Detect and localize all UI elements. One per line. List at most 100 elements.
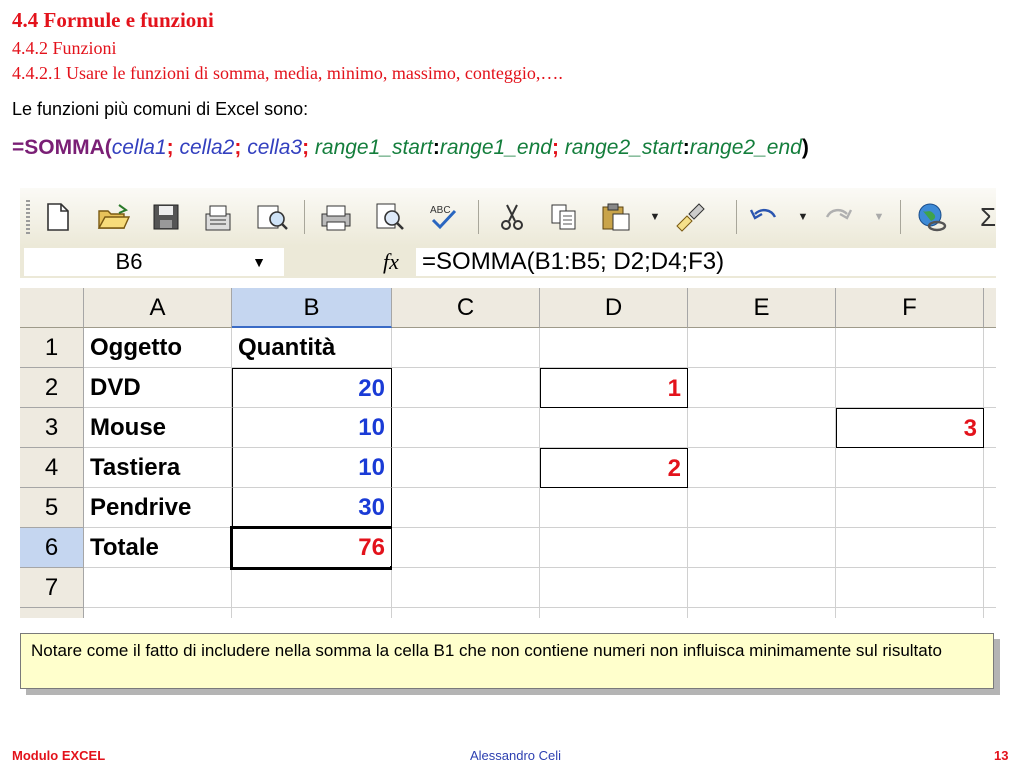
print-icon[interactable] <box>318 200 354 234</box>
cell-b5[interactable]: 30 <box>232 488 392 528</box>
cell-e3[interactable] <box>688 408 836 448</box>
column-header-e[interactable]: E <box>688 288 836 328</box>
column-header-a[interactable]: A <box>84 288 232 328</box>
column-header-d[interactable]: D <box>540 288 688 328</box>
row-header-7[interactable]: 7 <box>20 568 84 608</box>
cell-g1[interactable] <box>984 328 996 368</box>
row-header-4[interactable]: 4 <box>20 448 84 488</box>
cell-g6[interactable] <box>984 528 996 568</box>
column-header-b[interactable]: B <box>232 288 392 328</box>
cell-a4[interactable]: Tastiera <box>84 448 232 488</box>
autosum-icon[interactable]: Σ <box>970 200 996 234</box>
cell-d6[interactable] <box>540 528 688 568</box>
cell-c2[interactable] <box>392 368 540 408</box>
cell-f4[interactable] <box>836 448 984 488</box>
cell-b3[interactable]: 10 <box>232 408 392 448</box>
insert-function-icon[interactable]: fx <box>376 248 406 276</box>
cell-g4[interactable] <box>984 448 996 488</box>
cell-g3[interactable] <box>984 408 996 448</box>
footer-module: Modulo EXCEL <box>12 748 106 763</box>
cell-b7[interactable] <box>232 570 392 608</box>
syntax-arg-cella3: cella3 <box>247 136 303 159</box>
cell-g2[interactable] <box>984 368 996 408</box>
cell-b1[interactable]: Quantità <box>232 328 392 368</box>
row-header-6[interactable]: 6 <box>20 528 84 568</box>
cell-b4[interactable]: 10 <box>232 448 392 488</box>
redo-icon[interactable] <box>820 200 856 234</box>
cell-f8[interactable] <box>836 608 984 618</box>
cell-d8[interactable] <box>540 608 688 618</box>
undo-icon[interactable] <box>746 200 782 234</box>
cell-e1[interactable] <box>688 328 836 368</box>
paste-options-dropdown[interactable]: ▼ <box>648 200 662 234</box>
cell-a3[interactable]: Mouse <box>84 408 232 448</box>
cell-b6-selected[interactable]: 76 <box>230 526 394 570</box>
cell-f6[interactable] <box>836 528 984 568</box>
note-callout: Notare come il fatto di includere nella … <box>20 633 994 689</box>
format-painter-icon[interactable] <box>672 200 708 234</box>
cell-c8[interactable] <box>392 608 540 618</box>
slide-title: 4.4 Formule e funzioni <box>12 8 214 32</box>
slide-subtitle: 4.4.2 Funzioni <box>12 38 117 58</box>
cell-e2[interactable] <box>688 368 836 408</box>
new-icon[interactable] <box>40 200 76 234</box>
cell-b2[interactable]: 20 <box>232 368 392 408</box>
cell-f2[interactable] <box>836 368 984 408</box>
cell-c6[interactable] <box>392 528 540 568</box>
cell-d5[interactable] <box>540 488 688 528</box>
cell-a2[interactable]: DVD <box>84 368 232 408</box>
open-icon[interactable] <box>96 200 132 234</box>
toolbar-grip[interactable] <box>26 200 30 234</box>
cut-icon[interactable] <box>494 200 530 234</box>
column-header-f[interactable]: F <box>836 288 984 328</box>
cell-f3[interactable]: 3 <box>836 408 984 448</box>
cell-a5[interactable]: Pendrive <box>84 488 232 528</box>
column-header-g[interactable] <box>984 288 996 328</box>
cell-a6[interactable]: Totale <box>84 528 232 568</box>
copy-icon[interactable] <box>546 200 582 234</box>
cell-f1[interactable] <box>836 328 984 368</box>
select-all-corner[interactable] <box>20 288 84 328</box>
cell-e4[interactable] <box>688 448 836 488</box>
cell-e6[interactable] <box>688 528 836 568</box>
cell-d4[interactable]: 2 <box>540 448 688 488</box>
cell-d7[interactable] <box>540 568 688 608</box>
row-header-5[interactable]: 5 <box>20 488 84 528</box>
permission-icon[interactable] <box>200 200 236 234</box>
cell-f5[interactable] <box>836 488 984 528</box>
cell-c7[interactable] <box>392 568 540 608</box>
paste-icon[interactable] <box>598 200 634 234</box>
cell-f7[interactable] <box>836 568 984 608</box>
formula-input[interactable]: =SOMMA(B1:B5; D2;D4;F3) <box>416 248 996 276</box>
cell-g7[interactable] <box>984 568 996 608</box>
cell-c4[interactable] <box>392 448 540 488</box>
cell-c1[interactable] <box>392 328 540 368</box>
cell-a1[interactable]: Oggetto <box>84 328 232 368</box>
research-icon[interactable] <box>254 200 290 234</box>
row-header-3[interactable]: 3 <box>20 408 84 448</box>
redo-dropdown[interactable]: ▼ <box>872 200 886 234</box>
row-header-2[interactable]: 2 <box>20 368 84 408</box>
cell-c3[interactable] <box>392 408 540 448</box>
column-header-c[interactable]: C <box>392 288 540 328</box>
cell-d2[interactable]: 1 <box>540 368 688 408</box>
cell-a7[interactable] <box>84 568 232 608</box>
print-preview-icon[interactable] <box>372 200 408 234</box>
cell-c5[interactable] <box>392 488 540 528</box>
cell-a8[interactable] <box>84 608 232 618</box>
cell-d3[interactable] <box>540 408 688 448</box>
undo-dropdown[interactable]: ▼ <box>796 200 810 234</box>
cell-b8[interactable] <box>232 608 392 618</box>
save-icon[interactable] <box>148 200 184 234</box>
cell-g5[interactable] <box>984 488 996 528</box>
cell-d1[interactable] <box>540 328 688 368</box>
name-box-dropdown-icon[interactable]: ▼ <box>234 248 284 276</box>
cell-e5[interactable] <box>688 488 836 528</box>
spelling-icon[interactable]: ABC <box>426 200 462 234</box>
hyperlink-icon[interactable] <box>914 200 950 234</box>
row-header-1[interactable]: 1 <box>20 328 84 368</box>
row-header-8[interactable]: 8 <box>20 608 84 618</box>
cell-e8[interactable] <box>688 608 836 618</box>
cell-e7[interactable] <box>688 568 836 608</box>
name-box[interactable]: B6 <box>24 248 234 276</box>
